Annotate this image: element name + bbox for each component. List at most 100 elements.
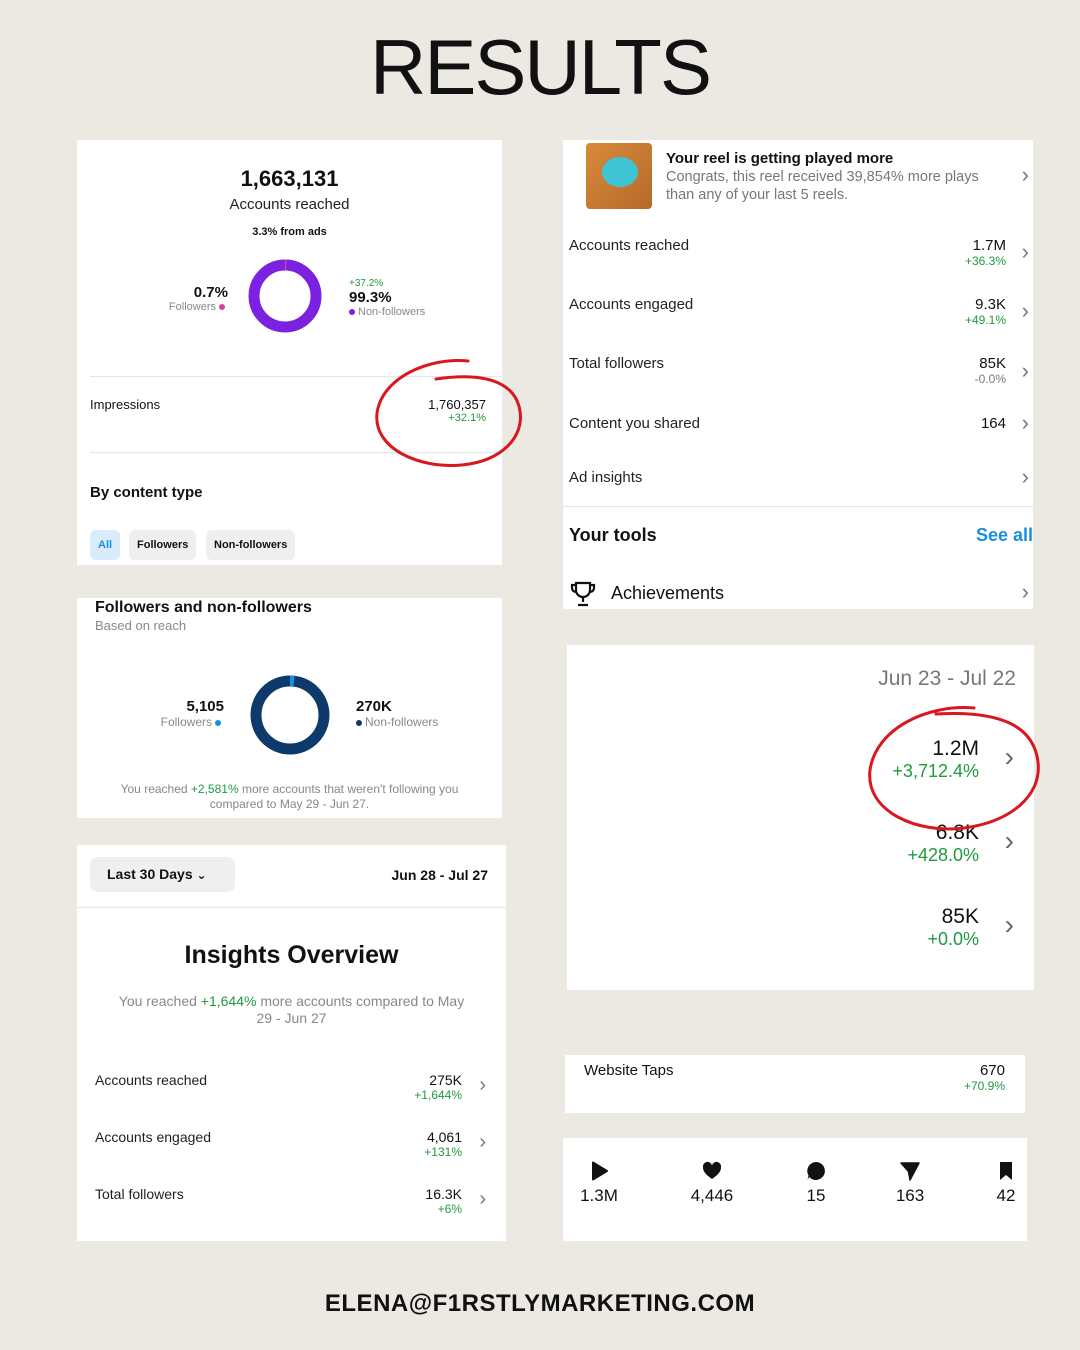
trophy-icon bbox=[570, 581, 596, 607]
chevron-right-icon[interactable]: › bbox=[1022, 239, 1029, 265]
chevron-right-icon[interactable]: › bbox=[1022, 579, 1029, 605]
website-taps-value: 670 bbox=[979, 1062, 1005, 1079]
followers-dot-icon bbox=[215, 719, 221, 726]
row-value: 16.3K bbox=[425, 1186, 462, 1202]
stat-value: 1.3M bbox=[580, 1186, 618, 1205]
nonfollowers-dot-icon bbox=[356, 719, 362, 726]
row-change: -0.0% bbox=[974, 372, 1006, 386]
engagement-stats-card: 1.3M 4,446 15 163 42 bbox=[563, 1138, 1027, 1241]
chip-non-followers[interactable]: Non-followers bbox=[206, 530, 296, 560]
stat-saves: 42 bbox=[971, 1160, 1027, 1206]
stat-value: 42 bbox=[996, 1186, 1016, 1205]
chevron-right-icon[interactable]: › bbox=[479, 1131, 486, 1154]
see-all-link[interactable]: See all bbox=[976, 525, 1033, 546]
row-ad-insights-label: Ad insights bbox=[569, 469, 643, 486]
followers-dot-icon bbox=[219, 304, 225, 311]
followers-donut-chart bbox=[250, 675, 330, 755]
chip-all[interactable]: All bbox=[90, 530, 121, 560]
nonfollowers-dot-icon bbox=[349, 309, 355, 316]
chevron-right-icon[interactable]: › bbox=[1022, 464, 1029, 490]
row-change: +36.3% bbox=[964, 254, 1006, 268]
row-content-shared-label: Content you shared bbox=[569, 415, 700, 432]
row-accounts-engaged-label: Accounts engaged bbox=[569, 296, 694, 313]
card-title: Followers and non-followers bbox=[95, 599, 312, 616]
sub-pct: +1,644% bbox=[200, 993, 257, 1009]
by-content-type-heading: By content type bbox=[90, 484, 203, 501]
website-taps-change: +70.9% bbox=[963, 1079, 1005, 1093]
from-ads-text: 3.3% from ads bbox=[252, 226, 327, 238]
divider bbox=[90, 452, 502, 453]
note-text: You reached bbox=[120, 782, 191, 796]
nonfollowers-pct: 99.3% bbox=[349, 289, 392, 306]
heart-icon bbox=[702, 1161, 722, 1179]
period-dropdown-label: Last 30 Days bbox=[107, 866, 193, 882]
divider bbox=[563, 506, 1033, 507]
metric-value: 1.2M bbox=[932, 737, 979, 760]
play-icon bbox=[592, 1161, 608, 1181]
chevron-down-icon: ⌄ bbox=[196, 868, 207, 882]
nonfollowers-label: Non-followers bbox=[358, 306, 426, 318]
notification-title: Your reel is getting played more bbox=[666, 150, 894, 167]
row-change: +6% bbox=[437, 1202, 462, 1216]
note-text: more accounts that weren't following you… bbox=[209, 782, 459, 811]
impressions-change: +32.1% bbox=[448, 412, 486, 424]
chevron-right-icon[interactable]: › bbox=[1022, 298, 1029, 324]
impressions-value-block: 1,760,357 +32.1% bbox=[428, 397, 486, 424]
metric-value: 85K bbox=[941, 905, 979, 928]
row-change: +49.1% bbox=[964, 313, 1006, 327]
chip-followers[interactable]: Followers bbox=[129, 530, 197, 560]
metric-value-block: 6.8K +428.0% bbox=[907, 821, 979, 866]
reach-donut-chart bbox=[248, 259, 322, 333]
date-range-card: Jun 23 - Jul 22 1.2M +3,712.4% › 6.8K +428… bbox=[567, 645, 1034, 990]
website-taps-label: Website Taps bbox=[584, 1062, 674, 1079]
row-accounts-reached-value: 1.7M +36.3% bbox=[965, 237, 1006, 268]
row-value: 9.3K bbox=[975, 296, 1006, 313]
stat-value: 15 bbox=[806, 1186, 826, 1205]
overview-row-label: Total followers bbox=[95, 1186, 184, 1202]
row-change: +1,644% bbox=[414, 1088, 462, 1102]
nonfollowers-value: 270K bbox=[356, 698, 392, 715]
row-content-shared-value: 164 bbox=[981, 415, 1006, 432]
reel-thumbnail[interactable] bbox=[586, 143, 652, 209]
metric-value-block: 1.2M +3,712.4% bbox=[892, 737, 979, 782]
reel-thumbnail-image bbox=[602, 157, 638, 187]
period-dropdown[interactable]: Last 30 Days ⌄ bbox=[90, 857, 235, 892]
achievements-label[interactable]: Achievements bbox=[611, 583, 724, 604]
chevron-right-icon[interactable]: › bbox=[1005, 741, 1014, 773]
nonfollowers-legend: +37.2% 99.3% Non-followers bbox=[349, 278, 425, 318]
contact-email: ELENA@F1RSTLYMARKETING.COM bbox=[324, 1290, 756, 1317]
metric-change: +3,712.4% bbox=[892, 761, 979, 781]
chevron-right-icon[interactable]: › bbox=[1005, 825, 1014, 857]
accounts-reached-value: 1,663,131 bbox=[240, 166, 339, 191]
notification-chevron-icon[interactable]: › bbox=[1022, 162, 1029, 188]
chevron-right-icon[interactable]: › bbox=[479, 1074, 486, 1097]
followers-pct: 0.7% bbox=[193, 284, 228, 301]
website-taps-value-block: 670 +70.9% bbox=[964, 1062, 1005, 1093]
followers-legend: 5,105 Followers bbox=[161, 698, 224, 729]
followers-label: Followers bbox=[160, 715, 212, 729]
stat-value: 163 bbox=[895, 1186, 925, 1205]
stat-plays: 1.3M bbox=[564, 1160, 634, 1206]
metric-change: +428.0% bbox=[907, 845, 979, 865]
accounts-reached-label: Accounts reached bbox=[229, 196, 350, 213]
stat-shares: 163 bbox=[875, 1160, 945, 1206]
metric-value-block: 85K +0.0% bbox=[927, 905, 979, 950]
row-accounts-reached-label: Accounts reached bbox=[569, 237, 690, 254]
overview-row-label: Accounts engaged bbox=[95, 1129, 211, 1145]
insights-overview-title: Insights Overview bbox=[184, 941, 399, 969]
chevron-right-icon[interactable]: › bbox=[1005, 909, 1014, 941]
overview-row-value: 4,061 +131% bbox=[424, 1129, 462, 1159]
chevron-right-icon[interactable]: › bbox=[479, 1188, 486, 1211]
divider bbox=[77, 907, 506, 908]
sub-text: You reached bbox=[118, 993, 201, 1009]
page-title: RESULTS bbox=[370, 23, 712, 111]
row-value: 85K bbox=[979, 355, 1006, 372]
nonfollowers-change: +37.2% bbox=[349, 278, 384, 289]
nonfollowers-ring bbox=[250, 675, 330, 755]
followers-label: Followers bbox=[168, 301, 216, 313]
stat-comments: 15 bbox=[781, 1160, 851, 1206]
accounts-reached-card: 1,663,131 Accounts reached 3.3% from ads… bbox=[77, 140, 502, 565]
chevron-right-icon[interactable]: › bbox=[1022, 410, 1029, 436]
row-value: 4,061 bbox=[426, 1129, 462, 1145]
chevron-right-icon[interactable]: › bbox=[1022, 358, 1029, 384]
